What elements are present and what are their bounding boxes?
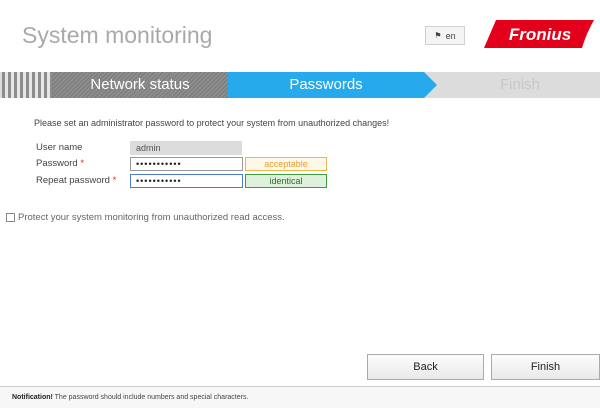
protect-read-access-row[interactable]: Protect your system monitoring from unau… [6, 212, 285, 223]
repeat-password-label: Repeat password * [36, 175, 116, 186]
step-network-status-label: Network status [90, 76, 190, 93]
required-mark: * [112, 175, 117, 186]
app-title: System monitoring [22, 22, 213, 48]
notification-prefix: Notification! [12, 394, 53, 401]
protect-read-access-label[interactable]: Protect your system monitoring from unau… [18, 212, 285, 223]
flag-icon: ⚑ [434, 31, 442, 40]
wizard-steps: Network status Passwords Finish [0, 72, 600, 98]
repeat-password-field[interactable]: ••••••••••• [130, 174, 243, 188]
password-match-badge: identical [245, 174, 327, 188]
step-arrow [424, 72, 437, 98]
steps-decoration [2, 72, 52, 98]
notification-bar: Notification! The password should includ… [0, 386, 600, 408]
language-label: en [445, 30, 456, 41]
header: System monitoring ⚑ en Fronius [0, 0, 600, 70]
password-label: Password * [36, 158, 84, 169]
password-field[interactable]: ••••••••••• [130, 157, 243, 171]
step-passwords-label: Passwords [289, 76, 363, 93]
username-field: admin [130, 141, 242, 155]
intro-text: Please set an administrator password to … [34, 118, 390, 128]
language-selector[interactable]: ⚑ en [425, 26, 465, 45]
step-finish-label: Finish [499, 76, 540, 93]
fronius-logo: Fronius [484, 20, 594, 48]
password-label-text: Password [36, 158, 78, 169]
back-button[interactable]: Back [367, 354, 484, 380]
required-mark: * [80, 158, 85, 169]
protect-read-access-checkbox[interactable] [6, 213, 15, 222]
password-strength-badge: acceptable [245, 157, 327, 171]
notification-text: The password should include numbers and … [52, 394, 249, 401]
username-label: User name [36, 142, 83, 153]
repeat-password-label-text: Repeat password [36, 175, 110, 186]
fronius-logo-text: Fronius [509, 25, 571, 44]
finish-button[interactable]: Finish [491, 354, 600, 380]
